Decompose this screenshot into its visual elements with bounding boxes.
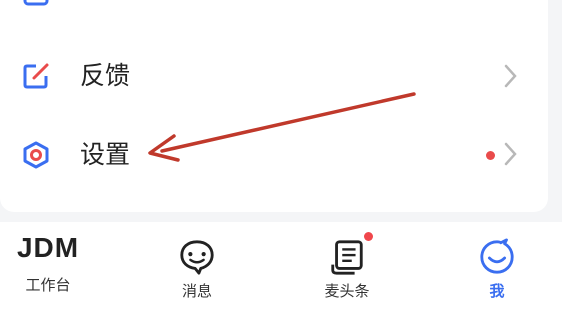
tab-label: 消息 — [181, 282, 212, 300]
tab-label: 我 — [489, 282, 505, 300]
tab-label: 工作台 — [25, 276, 71, 294]
message-bubble-icon — [180, 240, 214, 275]
tab-me[interactable]: 我 — [437, 222, 557, 310]
me-face-icon — [480, 238, 514, 274]
jdm-logo-icon: JDM — [16, 232, 80, 263]
news-badge — [364, 232, 373, 241]
tab-label: 麦头条 — [324, 282, 370, 300]
news-scroll-icon — [331, 240, 363, 275]
tab-news[interactable]: 麦头条 — [287, 222, 407, 310]
bottom-tab-bar: JDM 工作台 消息 麦头条 我 — [0, 222, 562, 310]
tab-messages[interactable]: 消息 — [137, 222, 257, 310]
tab-workbench[interactable]: JDM 工作台 — [0, 222, 108, 310]
